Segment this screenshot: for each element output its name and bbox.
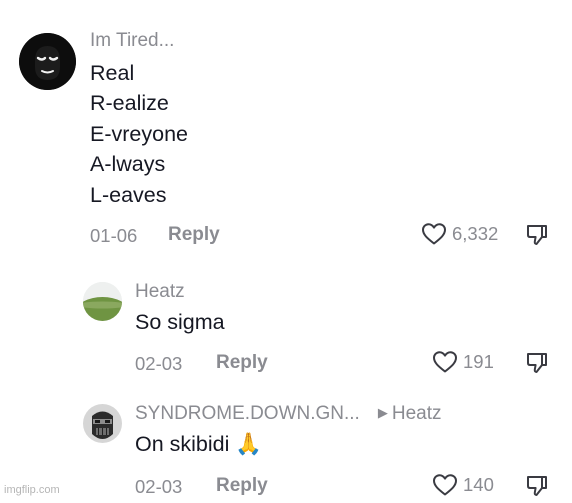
dislike-button[interactable] [525,223,549,252]
masked-face-avatar-icon [83,404,122,443]
username-line: SYNDROME.DOWN.GN... ▶ Heatz [135,403,441,425]
comment-text: Real R-ealize E-vreyone A-lways L-eaves [90,58,188,210]
comment-line: A-lways [90,152,166,177]
thumbs-down-outline-icon [527,476,547,496]
dislike-button[interactable] [525,351,549,380]
comment-date: 01-06 [90,225,138,246]
landscape-avatar-icon [83,282,122,321]
heart-outline-icon [422,223,446,245]
comment-date: 02-03 [135,353,183,374]
username[interactable]: SYNDROME.DOWN.GN... [135,403,360,424]
comment-line: R-ealize [90,91,169,116]
thumbs-down-outline-icon [527,225,547,245]
like-count: 140 [463,474,494,495]
avatar[interactable] [83,282,122,321]
heart-outline-icon [433,351,457,373]
like-button[interactable]: 140 [432,473,494,497]
reply-button[interactable]: Reply [216,352,268,374]
like-button[interactable]: 191 [432,350,494,374]
comment-line: Real [90,61,135,85]
comment-text: On skibidi 🙏 [135,432,263,456]
comment-text: So sigma [135,310,225,334]
username[interactable]: Im Tired... [90,30,174,52]
reply-button[interactable]: Reply [216,475,268,497]
avatar[interactable] [19,33,76,90]
like-button[interactable]: 6,332 [421,222,498,246]
comment-line: L-eaves [90,182,167,207]
like-count: 6,332 [452,223,499,244]
comment-date: 02-03 [135,476,183,497]
sleepy-face-avatar-icon [19,33,76,90]
like-count: 191 [463,351,494,372]
watermark: imgflip.com [4,484,60,496]
heart-outline-icon [433,474,457,496]
reply-to-username[interactable]: Heatz [392,403,442,424]
reply-arrow-icon: ▶ [377,405,388,420]
reply-button[interactable]: Reply [168,224,220,246]
username[interactable]: Heatz [135,281,185,303]
comment-line: E-vreyone [90,121,188,146]
thumbs-down-outline-icon [527,353,547,373]
avatar[interactable] [83,404,122,443]
